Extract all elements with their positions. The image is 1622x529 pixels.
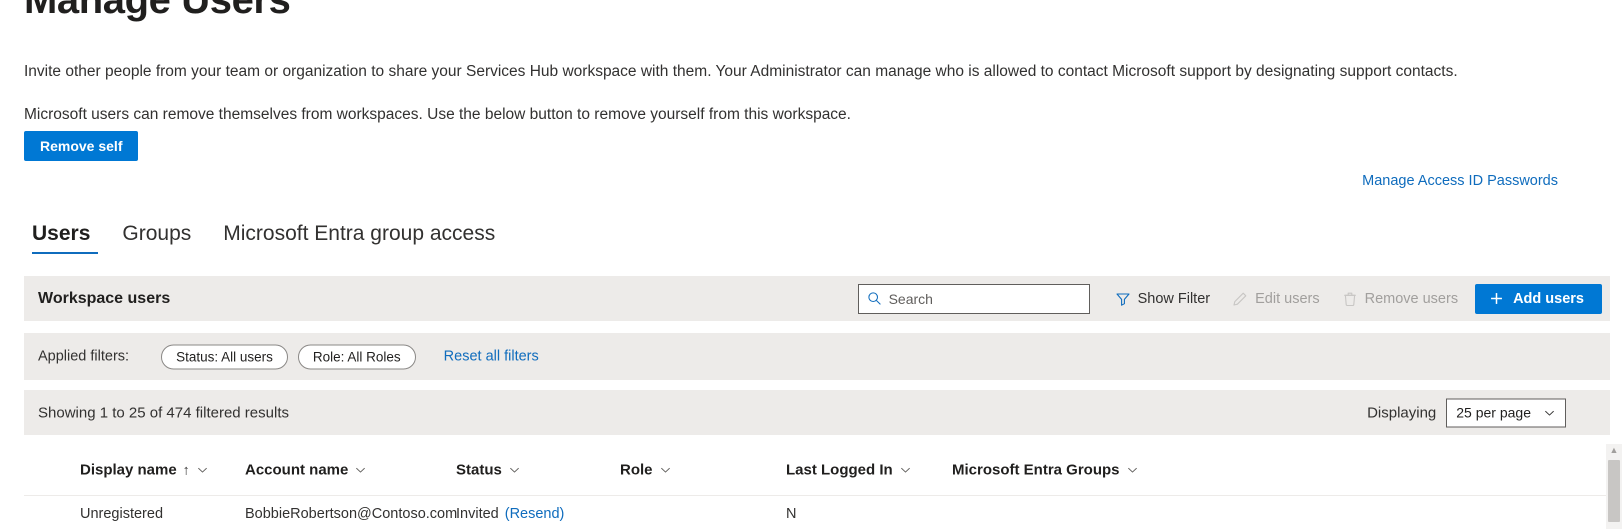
chevron-down-icon xyxy=(659,463,672,476)
pagination-controls: Displaying 25 per page xyxy=(1367,398,1566,427)
scrollbar-thumb[interactable] xyxy=(1608,460,1620,522)
resend-invite-link[interactable]: (Resend) xyxy=(505,506,565,522)
scroll-up-arrow-icon[interactable]: ▲ xyxy=(1610,446,1619,455)
cell-last-logged-in: N xyxy=(786,506,797,522)
cell-status-value: Invited xyxy=(456,506,499,522)
table-vertical-scrollbar[interactable]: ▲ xyxy=(1606,444,1622,529)
table-header-row: Display name ↑ Account name Status Role … xyxy=(24,444,1610,496)
arrow-up-icon: ↑ xyxy=(182,461,190,478)
show-filter-label: Show Filter xyxy=(1137,290,1211,307)
column-header-role[interactable]: Role xyxy=(620,461,672,478)
search-icon xyxy=(867,291,882,306)
filter-chip-role[interactable]: Role: All Roles xyxy=(297,344,416,369)
filter-icon xyxy=(1115,291,1131,307)
plus-icon xyxy=(1489,291,1504,306)
workspace-users-title: Workspace users xyxy=(38,289,171,307)
chevron-down-icon xyxy=(354,463,367,476)
cell-account-name: BobbieRobertson@Contoso.com xyxy=(245,506,458,522)
chevron-down-icon xyxy=(899,463,912,476)
column-header-last-logged-in[interactable]: Last Logged In xyxy=(786,461,912,478)
search-input[interactable]: Search xyxy=(857,283,1090,314)
per-page-select[interactable]: 25 per page xyxy=(1446,398,1566,427)
column-header-status[interactable]: Status xyxy=(456,461,521,478)
column-header-status-label: Status xyxy=(456,461,502,478)
tab-microsoft-entra-group-access[interactable]: Microsoft Entra group access xyxy=(207,222,511,254)
applied-filters-group: Applied filters: Status: All users Role:… xyxy=(38,344,539,369)
add-users-button[interactable]: Add users xyxy=(1475,283,1602,314)
add-users-label: Add users xyxy=(1513,290,1584,307)
chevron-down-icon xyxy=(508,463,521,476)
show-filter-button[interactable]: Show Filter xyxy=(1104,284,1222,314)
filter-chip-status[interactable]: Status: All users xyxy=(161,344,288,369)
intro-paragraph-2: Microsoft users can remove themselves fr… xyxy=(24,106,851,123)
remove-users-label: Remove users xyxy=(1364,290,1459,307)
showing-results-text: Showing 1 to 25 of 474 filtered results xyxy=(38,404,289,421)
trash-icon xyxy=(1342,291,1358,307)
column-header-account-name-label: Account name xyxy=(245,461,349,478)
chevron-down-icon xyxy=(1543,406,1556,419)
chevron-down-icon xyxy=(1126,463,1139,476)
cell-display-name: Unregistered xyxy=(80,506,164,522)
column-header-account-name[interactable]: Account name xyxy=(245,461,367,478)
tab-users[interactable]: Users xyxy=(24,222,106,254)
column-header-role-label: Role xyxy=(620,461,653,478)
edit-users-label: Edit users xyxy=(1255,290,1320,307)
results-summary-band: Showing 1 to 25 of 474 filtered results … xyxy=(24,390,1610,435)
intro-paragraph-1: Invite other people from your team or or… xyxy=(24,63,1458,80)
applied-filters-band: Applied filters: Status: All users Role:… xyxy=(24,333,1610,380)
cell-status: Invited (Resend) xyxy=(456,506,564,522)
page-title: Manage Users xyxy=(24,0,291,22)
applied-filters-label: Applied filters: xyxy=(38,348,130,365)
column-header-display-name[interactable]: Display name ↑ xyxy=(80,461,209,478)
remove-users-button[interactable]: Remove users xyxy=(1331,284,1469,314)
column-header-last-logged-in-label: Last Logged In xyxy=(786,461,893,478)
per-page-value: 25 per page xyxy=(1456,404,1531,421)
users-table: Display name ↑ Account name Status Role … xyxy=(24,444,1610,529)
toolbar-actions: Search Show Filter Edit users Remove use… xyxy=(857,283,1602,314)
table-row[interactable]: Unregistered BobbieRobertson@Contoso.com… xyxy=(24,496,1610,529)
toolbar-band: Workspace users Search Show Filter Edit … xyxy=(24,276,1610,321)
displaying-label: Displaying xyxy=(1367,404,1437,421)
remove-self-button[interactable]: Remove self xyxy=(24,131,139,161)
chevron-down-icon xyxy=(196,463,209,476)
tab-list: Users Groups Microsoft Entra group acces… xyxy=(24,222,511,254)
manage-users-page: Manage Users Invite other people from yo… xyxy=(0,0,1622,529)
tab-groups[interactable]: Groups xyxy=(106,222,207,254)
edit-users-button[interactable]: Edit users xyxy=(1221,284,1330,314)
search-placeholder: Search xyxy=(888,290,933,307)
column-header-microsoft-entra-groups[interactable]: Microsoft Entra Groups xyxy=(952,461,1139,478)
column-header-display-name-label: Display name xyxy=(80,461,177,478)
pencil-icon xyxy=(1232,291,1248,307)
column-header-microsoft-entra-groups-label: Microsoft Entra Groups xyxy=(952,461,1120,478)
manage-access-id-passwords-link[interactable]: Manage Access ID Passwords xyxy=(1362,173,1558,189)
reset-all-filters-link[interactable]: Reset all filters xyxy=(444,349,539,365)
